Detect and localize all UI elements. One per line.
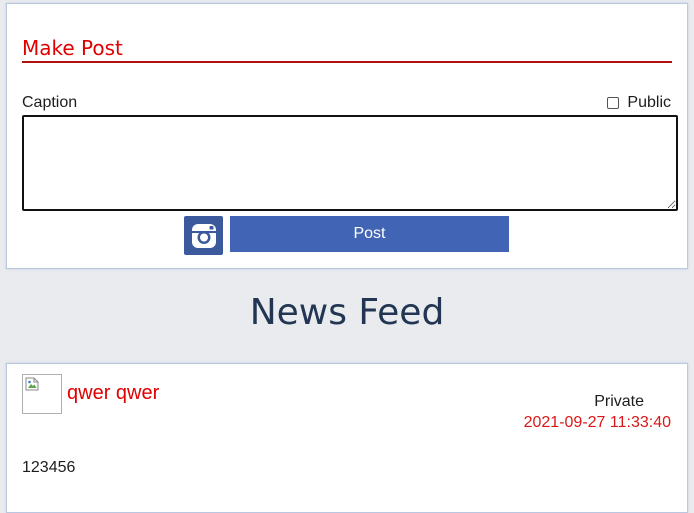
instagram-icon — [191, 223, 216, 248]
post-button[interactable]: Post — [230, 216, 509, 252]
caption-textarea[interactable] — [22, 115, 678, 211]
post-author[interactable]: qwer qwer — [67, 382, 159, 405]
public-label: Public — [627, 94, 671, 111]
caption-label: Caption — [22, 94, 78, 111]
post-visibility: Private — [594, 393, 644, 410]
add-photo-button[interactable] — [184, 216, 223, 255]
public-toggle[interactable]: Public — [607, 94, 671, 112]
title-divider — [22, 61, 672, 63]
broken-image-icon — [25, 377, 39, 391]
make-post-title: Make Post — [22, 36, 123, 60]
public-checkbox[interactable] — [607, 97, 620, 109]
post-body: 123456 — [22, 459, 76, 476]
avatar — [22, 374, 62, 414]
make-post-card: Make Post Caption Public Post — [6, 3, 688, 269]
post-timestamp: 2021-09-27 11:33:40 — [523, 414, 671, 431]
feed-post: qwer qwer Private 2021-09-27 11:33:40 12… — [6, 363, 688, 513]
news-feed-heading: News Feed — [249, 292, 445, 333]
